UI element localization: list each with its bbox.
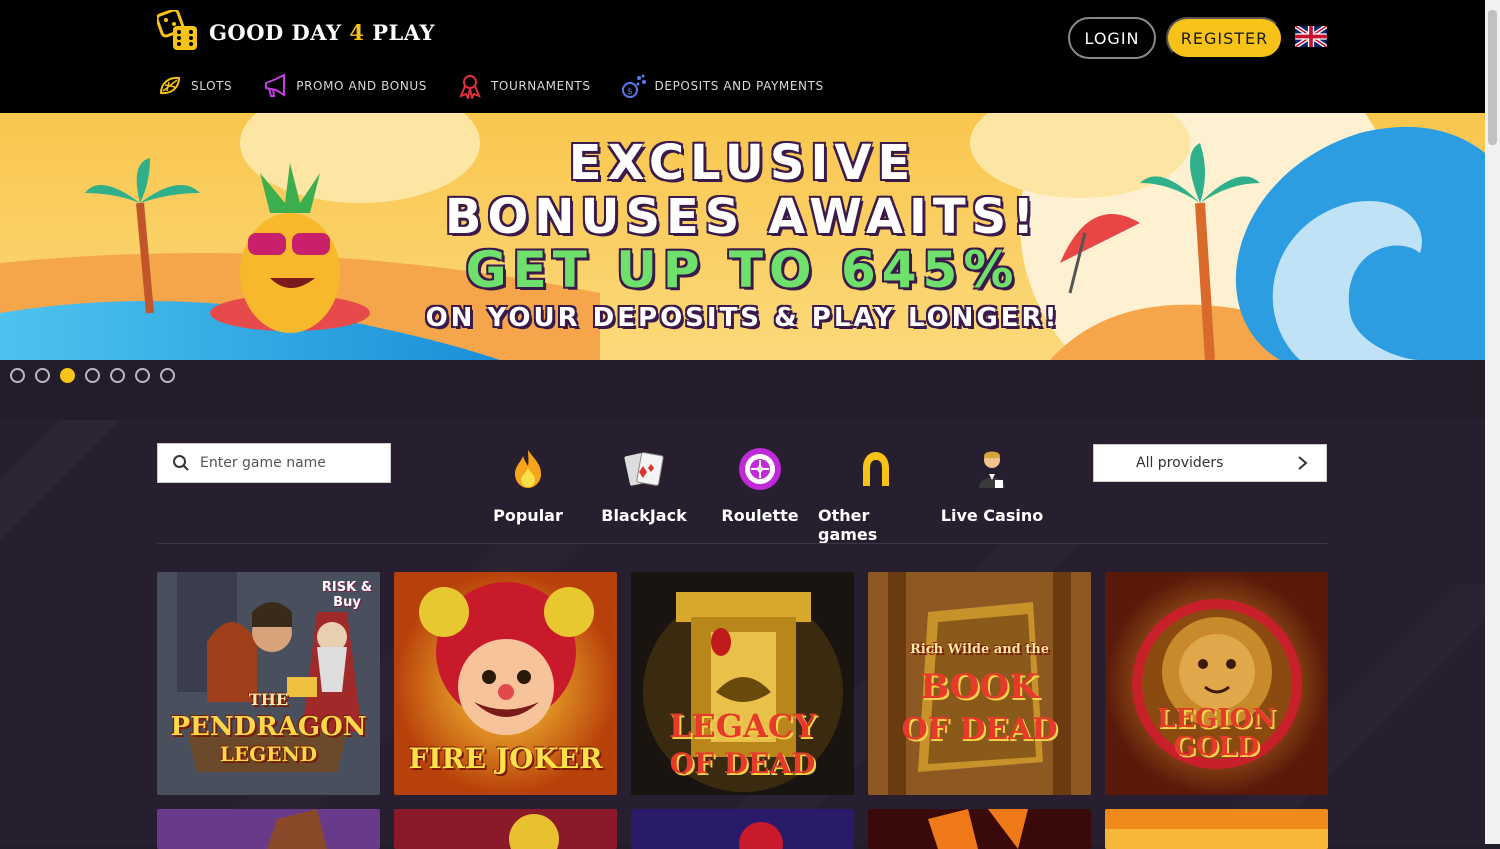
- category-blackjack[interactable]: BlackJack: [586, 446, 702, 544]
- nav-item-label: PROMO AND BONUS: [296, 79, 427, 93]
- slider-dot[interactable]: [135, 368, 150, 383]
- game-thumbnail: [631, 809, 854, 849]
- game-title-line: Rich Wilde and the: [910, 642, 1049, 657]
- nav-item-promo-and-bonus[interactable]: PROMO AND BONUS: [262, 70, 427, 102]
- category-live-casino[interactable]: Live Casino: [934, 446, 1050, 544]
- game-title-line: OF DEAD: [901, 712, 1058, 747]
- svg-text:$: $: [627, 87, 633, 97]
- search-input[interactable]: [200, 455, 370, 471]
- lemon-icon: [159, 76, 181, 95]
- game-tile[interactable]: [157, 809, 380, 849]
- slider-dot-active[interactable]: [60, 368, 75, 383]
- category-popular[interactable]: Popular: [470, 446, 586, 544]
- nav-item-tournaments[interactable]: TOURNAMENTS: [457, 70, 591, 102]
- category-roulette[interactable]: Roulette: [702, 446, 818, 544]
- game-title-line: LEGEND: [219, 742, 318, 766]
- game-categories: Popular BlackJack Roulette Other games L…: [470, 446, 1050, 544]
- banner-subline: ON YOUR DEPOSITS & PLAY LONGER!: [425, 303, 1060, 333]
- promo-banner[interactable]: EXCLUSIVE BONUSES AWAITS! GET UP TO 645%…: [0, 113, 1485, 360]
- category-label: Roulette: [721, 506, 799, 525]
- slider-dot[interactable]: [110, 368, 125, 383]
- game-badge: RISK & Buy: [321, 580, 373, 610]
- game-title-line: BOOK: [920, 667, 1039, 707]
- game-thumbnail: [1105, 809, 1328, 849]
- logo-text: GOOD DAY 4 PLAY: [209, 19, 436, 45]
- game-thumbnail: [868, 809, 1091, 849]
- site-logo[interactable]: GOOD DAY 4 PLAY: [157, 10, 435, 54]
- games-grid: THE PENDRAGON LEGEND RISK & Buy FIRE JOK…: [157, 572, 1328, 849]
- slider-dot[interactable]: [35, 368, 50, 383]
- login-button[interactable]: LOGIN: [1068, 17, 1156, 59]
- site-header: GOOD DAY 4 PLAY LOGIN REGISTER SLOTS PRO…: [0, 0, 1485, 113]
- banner-headline-2: BONUSES AWAITS!: [444, 189, 1041, 245]
- fire-icon: [515, 450, 541, 488]
- register-button[interactable]: REGISTER: [1166, 17, 1283, 59]
- slider-dot[interactable]: [85, 368, 100, 383]
- category-label: Live Casino: [940, 506, 1044, 525]
- horseshoe-icon: [863, 452, 889, 486]
- nav-item-slots[interactable]: SLOTS: [157, 70, 232, 102]
- search-icon: [173, 455, 189, 471]
- nav-item-label: SLOTS: [191, 79, 233, 93]
- game-title-line: GOLD: [1173, 732, 1260, 762]
- main-nav: SLOTS PROMO AND BONUS TOURNAMENTS $ DEPO…: [157, 70, 854, 102]
- game-thumbnail: [394, 809, 617, 849]
- megaphone-icon: [265, 73, 286, 97]
- game-tile[interactable]: LEGION GOLD: [1105, 572, 1328, 795]
- providers-label: All providers: [1136, 455, 1224, 471]
- nav-item-label: TOURNAMENTS: [491, 79, 591, 93]
- banner-offer: GET UP TO 645%: [465, 241, 1020, 299]
- category-other-games[interactable]: Other games: [818, 446, 934, 544]
- slider-dot[interactable]: [160, 368, 175, 383]
- slider-dots: [10, 368, 175, 383]
- dealer-icon: [979, 451, 1005, 488]
- slider-dot[interactable]: [10, 368, 25, 383]
- game-tile[interactable]: Rich Wilde and the BOOK OF DEAD: [868, 572, 1091, 795]
- roulette-icon: [739, 448, 781, 490]
- chevron-right-icon: [1298, 456, 1308, 470]
- nav-item-deposits-and-payments[interactable]: $ DEPOSITS AND PAYMENTS: [621, 70, 824, 102]
- game-title-line: THE: [248, 690, 289, 709]
- game-tile[interactable]: [868, 809, 1091, 849]
- game-tile[interactable]: LEGACY OF DEAD: [631, 572, 854, 795]
- banner-headline-1: EXCLUSIVE: [568, 135, 917, 191]
- game-thumbnail: [157, 809, 380, 849]
- category-label: Popular: [493, 506, 563, 525]
- game-tile[interactable]: [631, 809, 854, 849]
- game-title-line: PENDRAGON: [170, 712, 367, 742]
- scrollbar-thumb[interactable]: [1488, 10, 1497, 145]
- section-divider: [157, 543, 1327, 544]
- game-title-line: OF DEAD: [669, 747, 816, 780]
- game-tile[interactable]: [1105, 809, 1328, 849]
- providers-select[interactable]: All providers: [1093, 444, 1327, 482]
- uk-flag-icon[interactable]: [1295, 26, 1327, 47]
- cards-icon: [624, 452, 664, 486]
- category-label: Other games: [818, 506, 878, 544]
- coins-icon: $: [621, 74, 646, 98]
- nav-item-label: DEPOSITS AND PAYMENTS: [654, 79, 824, 93]
- game-tile[interactable]: THE PENDRAGON LEGEND RISK & Buy: [157, 572, 380, 795]
- game-title-line: LEGACY: [668, 707, 817, 745]
- dice-logo-icon: [157, 10, 197, 50]
- game-search-box[interactable]: [157, 443, 391, 483]
- category-label: BlackJack: [601, 506, 687, 525]
- game-tile[interactable]: [394, 809, 617, 849]
- ribbon-icon: [459, 75, 481, 99]
- game-tile[interactable]: FIRE JOKER: [394, 572, 617, 795]
- game-title-line: LEGION: [1157, 704, 1276, 734]
- game-title-line: FIRE JOKER: [408, 742, 603, 775]
